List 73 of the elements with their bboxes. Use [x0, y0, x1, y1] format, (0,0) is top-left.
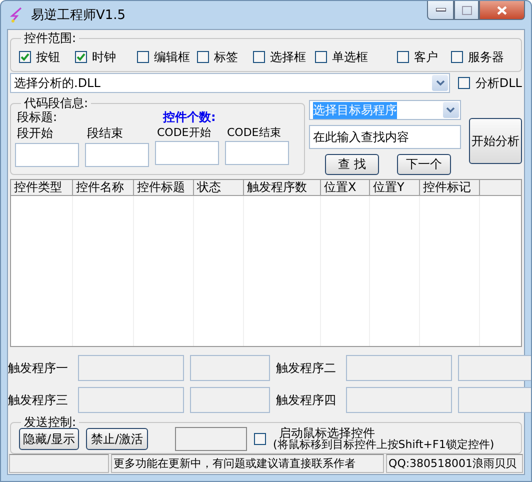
checkbox[interactable] [451, 51, 463, 63]
checkbox-label: 时钟 [92, 48, 116, 66]
checkbox[interactable] [253, 51, 265, 63]
maximize-icon [462, 6, 472, 14]
search-button[interactable]: 下一个 [396, 154, 451, 175]
hint-text: (将鼠标移到目标控件上按Shift+F1锁定控件) [273, 439, 494, 451]
segment-field[interactable] [155, 141, 219, 165]
checkbox[interactable] [397, 51, 409, 63]
checkbox[interactable] [137, 51, 149, 63]
trigger-field[interactable] [458, 355, 531, 381]
checkbox-label: 标签 [214, 48, 238, 66]
trigger-field[interactable] [78, 355, 184, 381]
segment-field[interactable] [15, 143, 79, 167]
checkbox[interactable] [75, 51, 87, 63]
column-header[interactable]: 位置X [321, 180, 370, 195]
close-icon [497, 6, 507, 14]
checkbox[interactable] [197, 51, 209, 63]
trigger-field[interactable] [458, 387, 531, 413]
checkbox-label: 分析DLL [475, 74, 522, 92]
minimize-button[interactable] [427, 1, 454, 20]
segment-field[interactable] [85, 143, 149, 167]
checkbox[interactable] [458, 77, 470, 89]
checkbox[interactable] [19, 51, 31, 63]
column-header[interactable]: 控件类型 [11, 180, 73, 195]
dropdown-value: 选择分析的.DLL [14, 74, 100, 92]
group-title: 代码段信息: [24, 96, 88, 110]
checkbox[interactable] [254, 433, 266, 445]
segment-field[interactable] [225, 141, 289, 165]
handle-field[interactable] [175, 427, 247, 451]
column-header[interactable]: 状态 [194, 180, 244, 195]
checkbox[interactable] [315, 51, 327, 63]
status-text: QQ:380518001浪雨贝贝 [386, 454, 523, 473]
field-label: CODE开始 [157, 125, 212, 140]
group-title: 控件范围: [24, 31, 76, 45]
group-title: 发送控制: [24, 415, 76, 429]
status-text: 更多功能在更新中，有问题或建议请直接联系作者 [110, 454, 384, 473]
trigger-label: 触发程序二 [276, 360, 337, 376]
maximize-button[interactable] [454, 1, 479, 20]
trigger-field[interactable] [190, 387, 270, 413]
window-title: 易逆工程师V1.5 [31, 7, 126, 24]
checkbox-label: 客户 [414, 48, 438, 66]
field-label: 段结束 [87, 125, 124, 142]
trigger-field[interactable] [346, 355, 452, 381]
dll-dropdown[interactable]: 选择分析的.DLL [10, 73, 450, 93]
control-button[interactable]: 隐藏/显示 [19, 428, 79, 450]
checkbox-label: 单选框 [332, 48, 368, 66]
segment-title-label: 段标题: [17, 109, 58, 126]
search-button[interactable]: 查 找 [324, 154, 379, 175]
trigger-label: 触发程序四 [276, 392, 337, 408]
trigger-label: 触发程序一 [8, 360, 69, 376]
trigger-field[interactable] [190, 355, 270, 381]
checkbox-label: 选择框 [270, 48, 306, 66]
column-header[interactable]: 控件名称 [73, 180, 134, 195]
close-button[interactable] [479, 1, 525, 20]
dropdown-value: 选择目标易程序 [312, 102, 397, 118]
minimize-icon [436, 8, 446, 12]
field-label: 段开始 [17, 125, 54, 142]
checkbox-label: 编辑框 [154, 48, 190, 66]
column-header[interactable]: 控件标记 [420, 180, 480, 195]
start-analysis-button[interactable]: 开始分析 [468, 118, 522, 164]
checkbox-label: 服务器 [468, 48, 504, 66]
trigger-label: 触发程序三 [8, 392, 69, 408]
trigger-field[interactable] [78, 387, 184, 413]
checkbox-label: 启动鼠标选择控件 [279, 427, 375, 439]
trigger-field[interactable] [346, 387, 452, 413]
column-header[interactable]: 触发程序数 [244, 180, 321, 195]
checkbox-label: 按钮 [36, 48, 60, 66]
column-header[interactable]: 位置Y [370, 180, 420, 195]
field-label: CODE结束 [227, 125, 282, 140]
search-field[interactable]: 在此输入查找内容 [308, 125, 461, 149]
control-button[interactable]: 禁止/激活 [86, 428, 148, 450]
column-header[interactable]: 控件标题 [134, 180, 194, 195]
control-count-label: 控件个数: [163, 108, 216, 126]
